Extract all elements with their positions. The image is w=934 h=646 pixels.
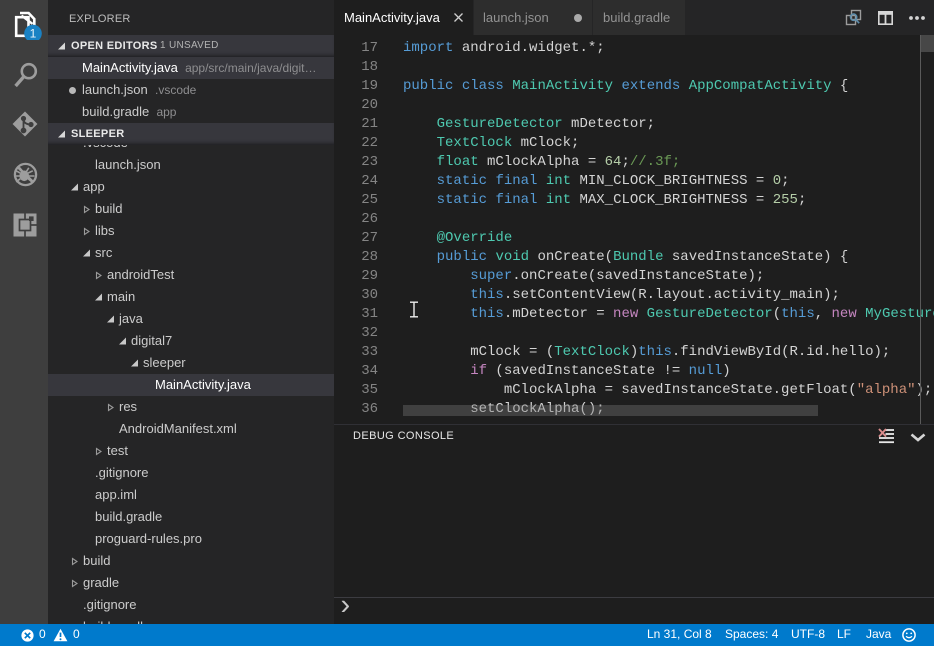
- svg-text:1: 1: [30, 27, 37, 40]
